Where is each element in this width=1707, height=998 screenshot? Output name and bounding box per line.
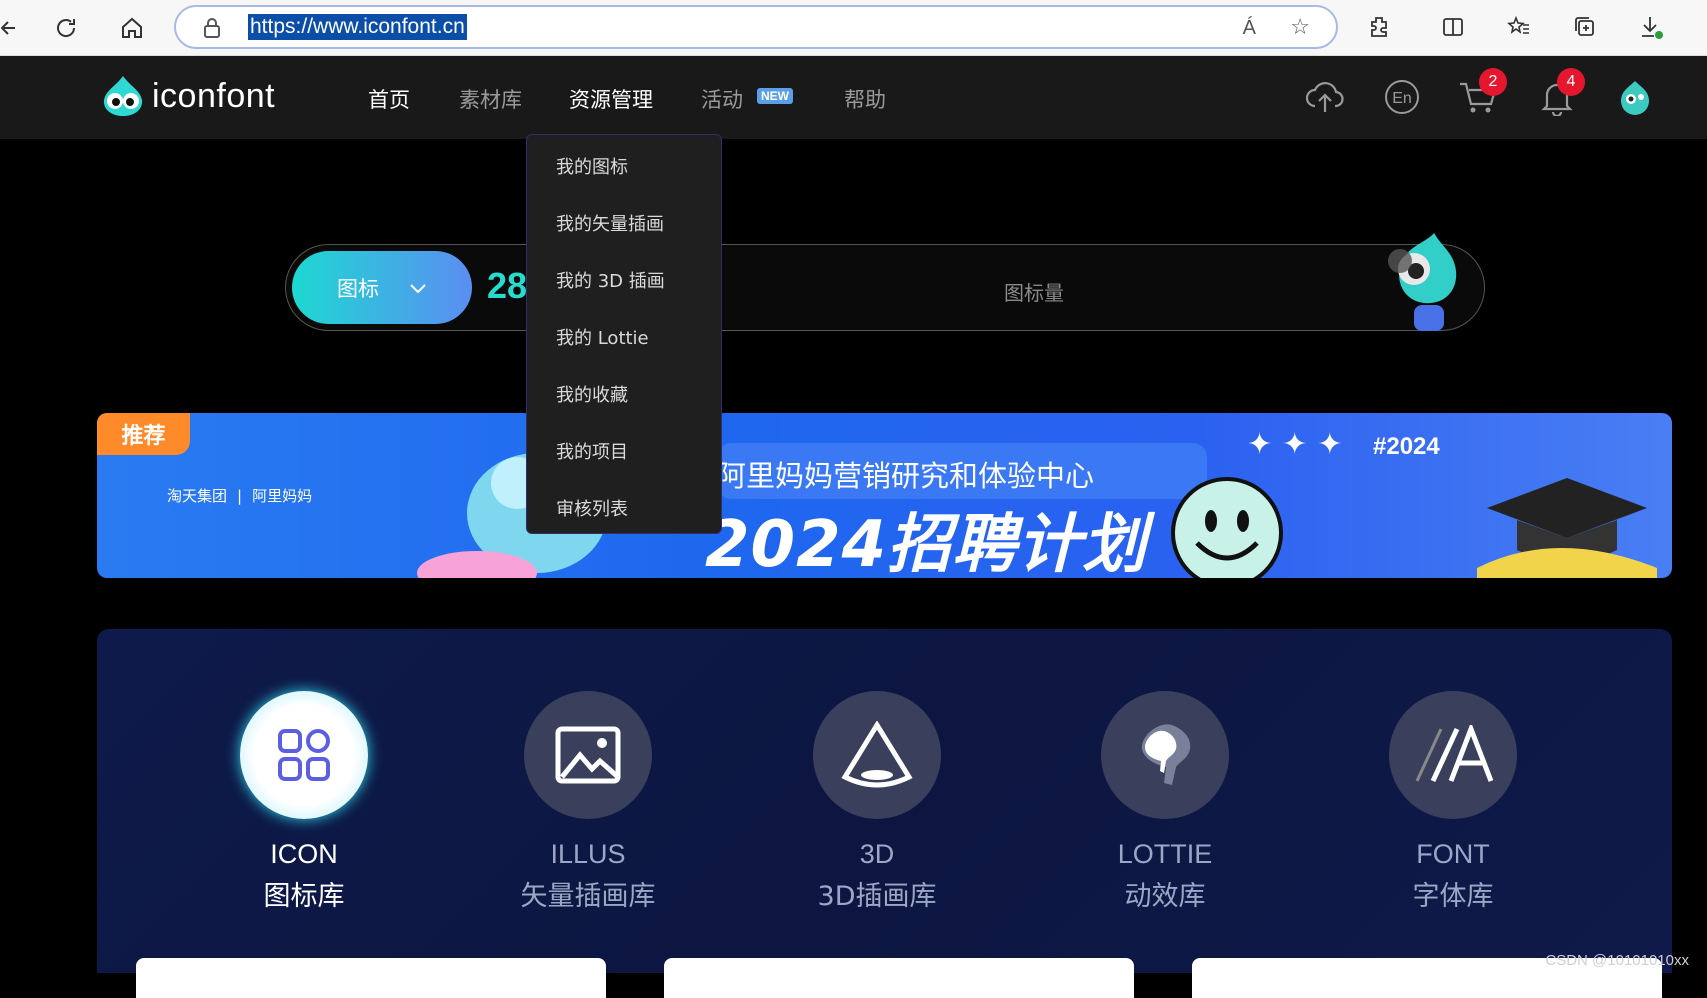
category-en-label: FONT bbox=[1363, 839, 1543, 870]
home-icon[interactable] bbox=[114, 10, 150, 46]
category-panel: ICON 图标库 ILLUS 矢量插画库 3D 3D插画库 LOTTIE 动效库… bbox=[97, 629, 1672, 973]
content-card[interactable] bbox=[136, 958, 606, 998]
split-screen-icon[interactable] bbox=[1436, 10, 1470, 44]
dropdown-item-review-list[interactable]: 审核列表 bbox=[556, 495, 628, 521]
lock-icon[interactable] bbox=[202, 17, 222, 43]
category-cn-label: 动效库 bbox=[1075, 874, 1255, 913]
category-cn-label: 矢量插画库 bbox=[498, 874, 678, 913]
search-mascot-icon bbox=[1374, 225, 1470, 339]
upload-cloud-icon[interactable] bbox=[1304, 76, 1346, 118]
back-icon[interactable] bbox=[0, 10, 30, 46]
category-icon-library[interactable]: ICON 图标库 bbox=[214, 691, 394, 913]
refresh-icon[interactable] bbox=[48, 10, 84, 46]
nav-resource-management[interactable]: 资源管理 bbox=[569, 84, 653, 114]
dropdown-item-my-projects[interactable]: 我的项目 bbox=[556, 438, 628, 464]
new-badge: NEW bbox=[757, 88, 793, 104]
taotian-logo-text: 淘天集团 bbox=[167, 485, 227, 506]
dropdown-item-my-favorites[interactable]: 我的收藏 bbox=[556, 381, 628, 407]
category-en-label: LOTTIE bbox=[1075, 839, 1255, 870]
category-illustration-library[interactable]: ILLUS 矢量插画库 bbox=[498, 691, 678, 913]
search-bar[interactable]: 图标 28 图标量 bbox=[285, 244, 1485, 331]
category-en-label: ICON bbox=[214, 839, 394, 870]
read-aloud-icon[interactable]: Á bbox=[1243, 17, 1256, 40]
avatar[interactable] bbox=[1614, 76, 1656, 118]
category-font-library[interactable]: FONT 字体库 bbox=[1363, 691, 1543, 913]
downloads-icon[interactable] bbox=[1634, 10, 1668, 44]
category-en-label: ILLUS bbox=[498, 839, 678, 870]
search-type-label: 图标 bbox=[337, 273, 379, 303]
font-icon bbox=[1389, 691, 1517, 819]
logo-mascot-icon bbox=[100, 74, 146, 118]
graduation-cap-icon bbox=[1477, 468, 1657, 578]
partner-divider: | bbox=[237, 487, 242, 505]
collections-icon[interactable] bbox=[1568, 10, 1602, 44]
search-type-selector[interactable]: 图标 bbox=[292, 251, 472, 324]
dropdown-item-my-lottie[interactable]: 我的 Lottie bbox=[556, 324, 649, 350]
content-card[interactable] bbox=[664, 958, 1134, 998]
partner-logos: 淘天集团 | 阿里妈妈 bbox=[167, 485, 312, 506]
category-cn-label: 图标库 bbox=[214, 874, 394, 913]
notification-count-badge: 4 bbox=[1557, 68, 1585, 96]
banner-title: 2024招聘计划 bbox=[705, 493, 1147, 578]
nav-help[interactable]: 帮助 bbox=[844, 84, 886, 114]
iconfont-logo[interactable]: iconfont bbox=[100, 74, 275, 118]
nav-materials[interactable]: 素材库 bbox=[459, 84, 522, 114]
category-en-label: 3D bbox=[787, 839, 967, 870]
alimama-logo-text: 阿里妈妈 bbox=[252, 485, 312, 506]
svg-text:En: En bbox=[1392, 90, 1412, 107]
language-en-icon[interactable]: En bbox=[1381, 76, 1423, 118]
category-3d-library[interactable]: 3D 3D插画库 bbox=[787, 691, 967, 913]
site-header: iconfont 首页 素材库 资源管理 活动 NEW 帮助 En 2 4 bbox=[0, 56, 1707, 139]
nav-home[interactable]: 首页 bbox=[368, 84, 410, 114]
grid-icon bbox=[240, 691, 368, 819]
url-text[interactable]: https://www.iconfont.cn bbox=[248, 14, 467, 40]
sparkle-stars-icon: ✦✦✦ bbox=[1247, 427, 1352, 462]
category-cn-label: 字体库 bbox=[1363, 874, 1543, 913]
recommend-banner[interactable]: 推荐 淘天集团 | 阿里妈妈 阿里妈妈营销研究和体验中心 2024招聘计划 ✦✦… bbox=[97, 413, 1672, 578]
lottie-icon bbox=[1101, 691, 1229, 819]
address-bar[interactable]: https://www.iconfont.cn Á ☆ bbox=[174, 5, 1338, 49]
cone-icon bbox=[813, 691, 941, 819]
watermark-text: CSDN @10101010xx bbox=[1545, 952, 1689, 969]
resource-management-dropdown: 我的图标 我的矢量插画 我的 3D 插画 我的 Lottie 我的收藏 我的项目… bbox=[526, 134, 722, 534]
smiley-face-icon bbox=[1167, 473, 1287, 578]
year-hashtag: #2024 bbox=[1373, 433, 1440, 461]
category-cn-label: 3D插画库 bbox=[787, 874, 967, 913]
dropdown-item-my-icons[interactable]: 我的图标 bbox=[556, 153, 628, 179]
extensions-icon[interactable] bbox=[1362, 10, 1396, 44]
cart-count-badge: 2 bbox=[1479, 68, 1507, 96]
chevron-down-icon bbox=[409, 276, 427, 300]
favorite-star-icon[interactable]: ☆ bbox=[1290, 15, 1310, 40]
favorites-list-icon[interactable] bbox=[1502, 10, 1536, 44]
logo-text: iconfont bbox=[152, 77, 275, 116]
dropdown-item-my-illustrations[interactable]: 我的矢量插画 bbox=[556, 210, 664, 236]
image-icon bbox=[524, 691, 652, 819]
browser-toolbar: https://www.iconfont.cn Á ☆ bbox=[0, 0, 1707, 56]
search-count: 28 bbox=[487, 265, 527, 307]
nav-activity[interactable]: 活动 bbox=[701, 84, 743, 114]
dropdown-item-my-3d[interactable]: 我的 3D 插画 bbox=[556, 267, 665, 293]
search-placeholder[interactable]: 图标量 bbox=[1004, 277, 1064, 306]
recommend-tag: 推荐 bbox=[97, 413, 190, 455]
banner-subtitle: 阿里妈妈营销研究和体验中心 bbox=[717, 443, 1207, 499]
category-lottie-library[interactable]: LOTTIE 动效库 bbox=[1075, 691, 1255, 913]
